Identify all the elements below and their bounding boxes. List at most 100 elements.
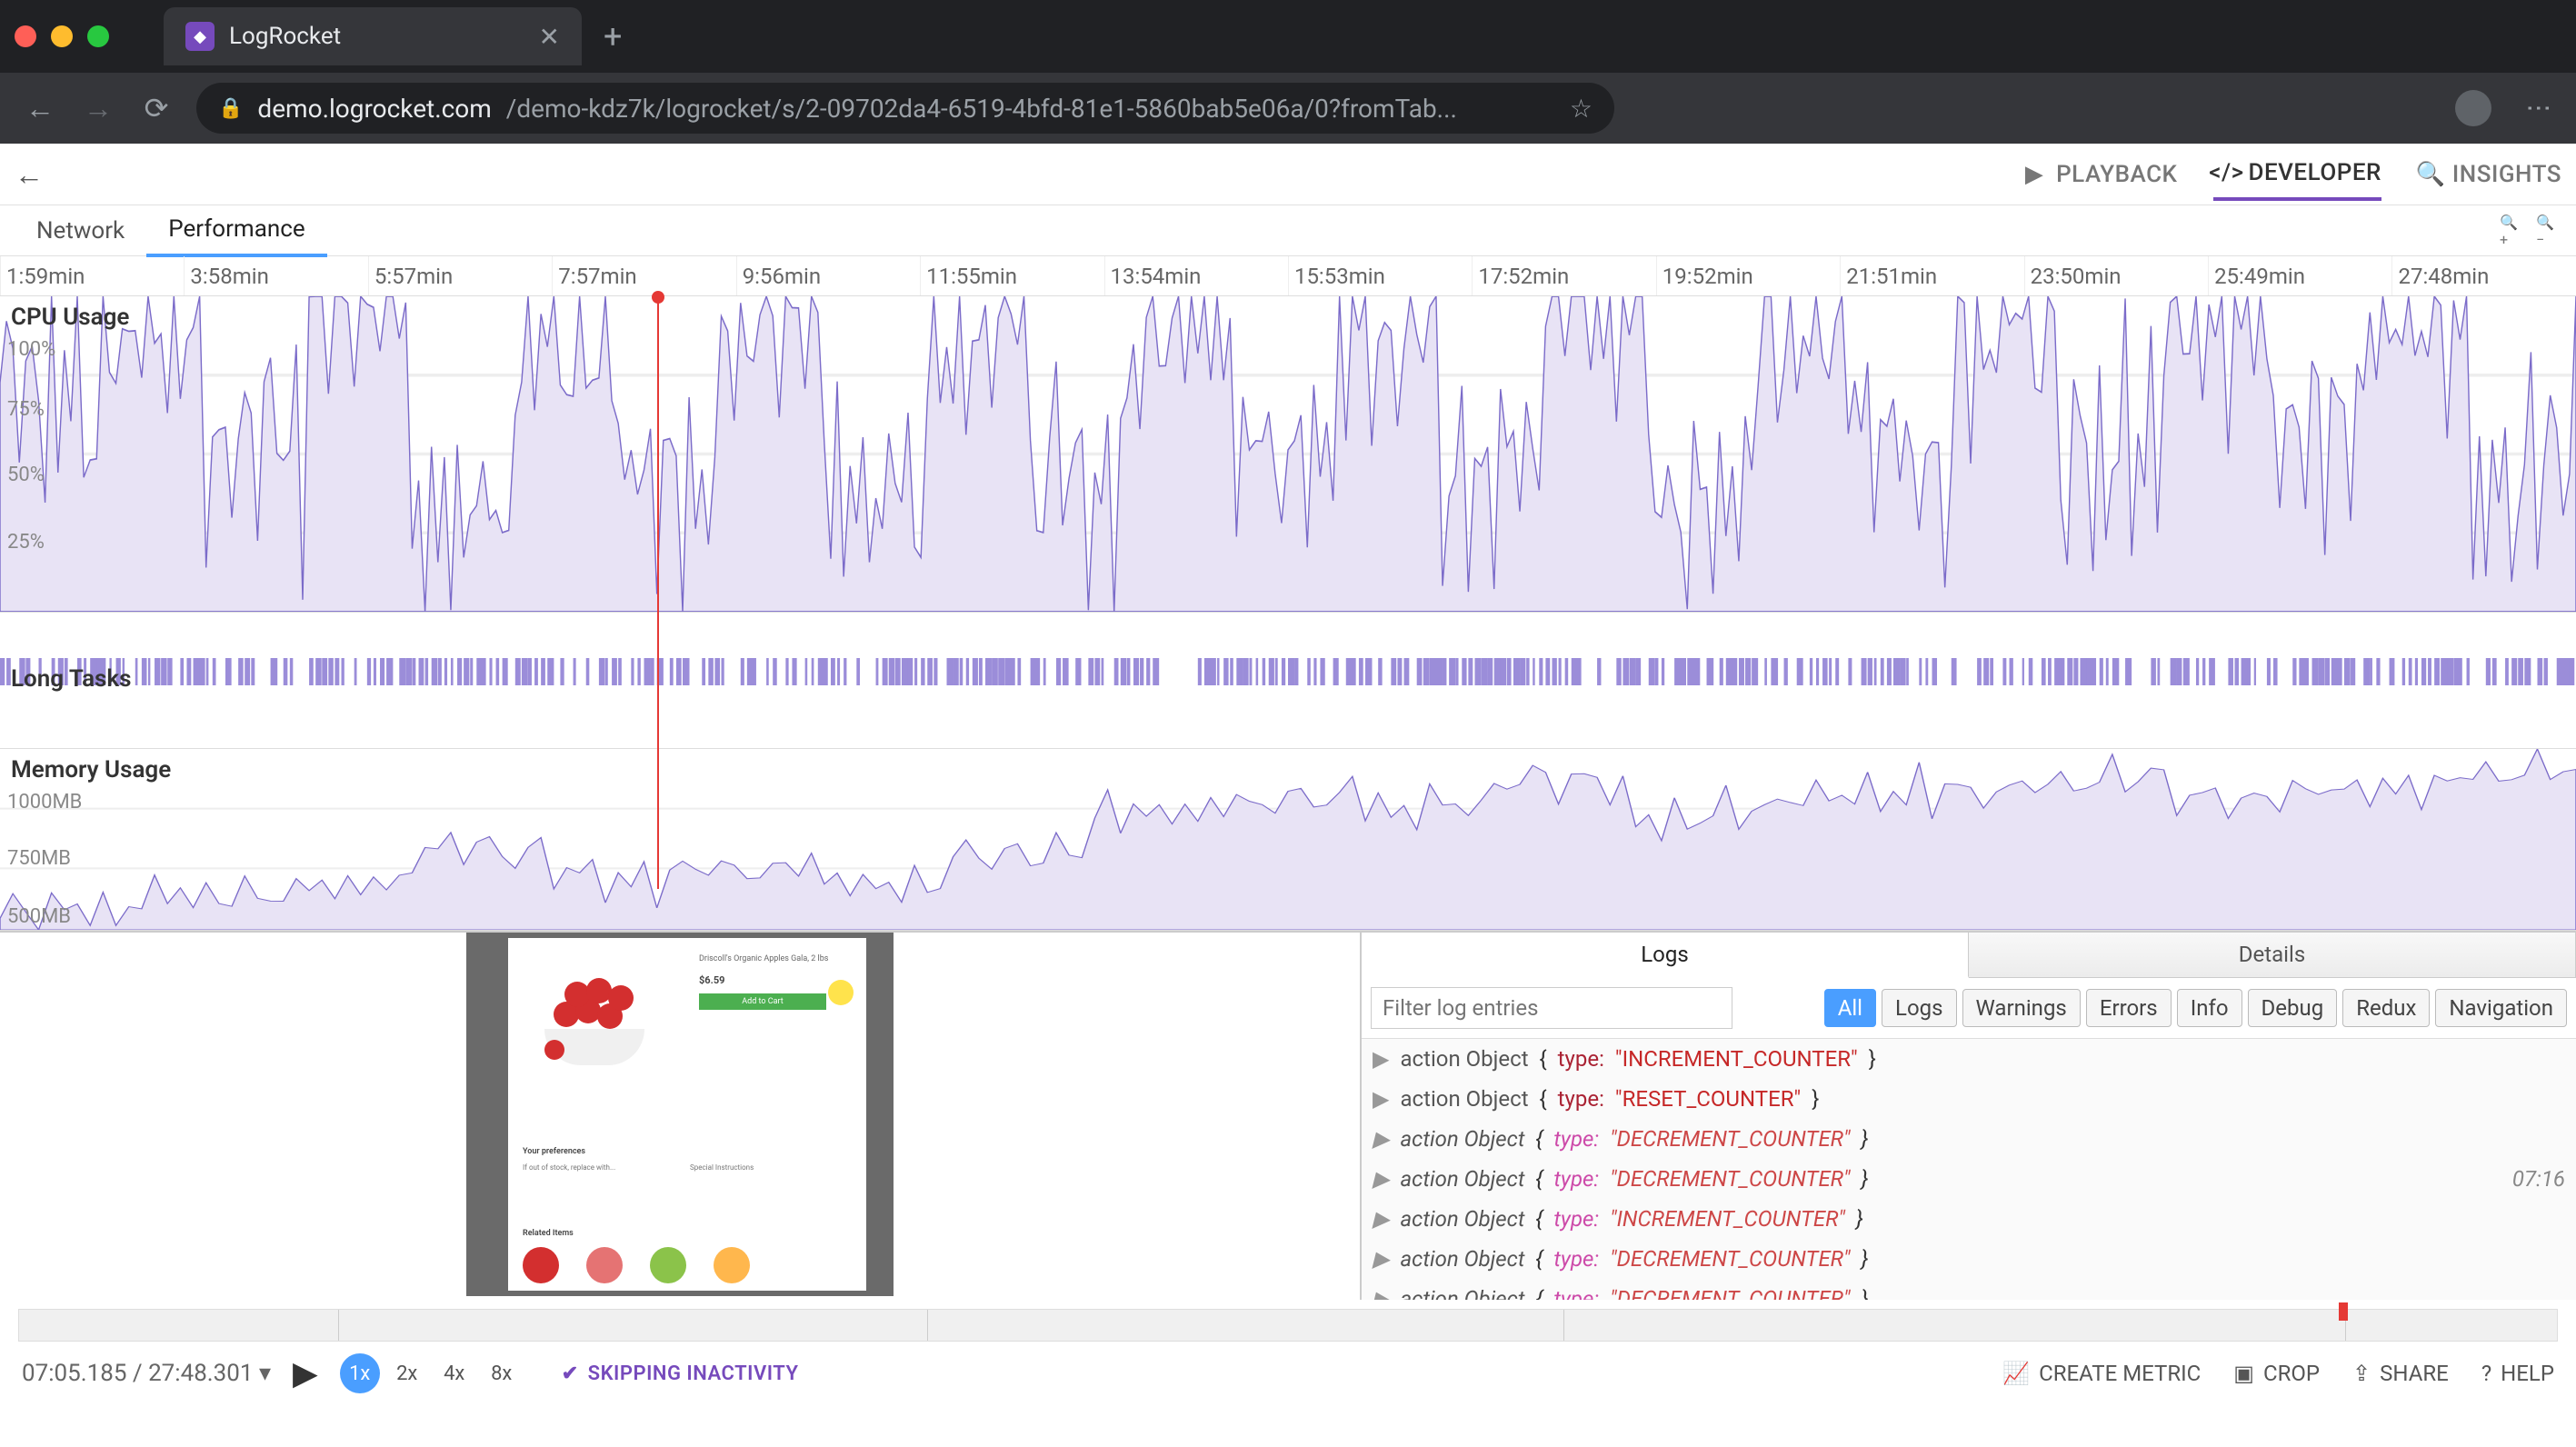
address-bar: ← → ⟳ 🔒 demo.logrocket.com/demo-kdz7k/lo…: [0, 73, 2576, 144]
maximize-window-icon[interactable]: [87, 25, 109, 47]
subtab-network[interactable]: Network: [15, 206, 146, 255]
log-entry[interactable]: ▶ action Object {type: "INCREMENT_COUNTE…: [1362, 1039, 2576, 1079]
preview-oos: If out of stock, replace with...: [523, 1163, 615, 1172]
mem-y-1000: 1000MB: [7, 791, 82, 813]
timeline-tick: 15:53min: [1288, 256, 1472, 295]
log-filter-input[interactable]: [1371, 987, 1732, 1029]
expand-icon[interactable]: ▶: [1373, 1126, 1389, 1152]
filter-errors[interactable]: Errors: [2086, 989, 2172, 1027]
code-icon: </>: [2213, 160, 2239, 185]
time-readout[interactable]: 07:05.185 / 27:48.301 ▾: [22, 1360, 271, 1387]
play-button[interactable]: ▶: [293, 1354, 318, 1392]
log-entry[interactable]: ▶ action Object {type: "RESET_COUNTER"}: [1362, 1079, 2576, 1119]
log-entry[interactable]: ▶ action Object {type: "DECREMENT_COUNTE…: [1362, 1119, 2576, 1159]
create-metric-label: CREATE METRIC: [2039, 1361, 2201, 1386]
timeline-tick: 11:55min: [920, 256, 1103, 295]
tab-insights-label: INSIGHTS: [2452, 161, 2561, 188]
back-button[interactable]: ←: [22, 91, 58, 125]
expand-icon[interactable]: ▶: [1373, 1086, 1389, 1112]
cpu-usage-chart: CPU Usage 100% 75% 50% 25%: [0, 296, 2576, 613]
new-tab-button[interactable]: +: [604, 17, 622, 55]
cursor-indicator-icon: [828, 980, 854, 1005]
crop-button[interactable]: ▣CROP: [2233, 1361, 2320, 1386]
filter-info[interactable]: Info: [2177, 989, 2242, 1027]
mem-chart-title: Memory Usage: [11, 756, 171, 783]
filter-navigation[interactable]: Navigation: [2435, 989, 2567, 1027]
create-metric-button[interactable]: 📈CREATE METRIC: [2002, 1361, 2201, 1386]
app-back-button[interactable]: ←: [15, 157, 44, 192]
logs-tab-logs[interactable]: Logs: [1362, 933, 1969, 978]
cpu-y-100: 100%: [7, 338, 55, 361]
preview-frame: Driscoll's Organic Apples Gala, 2 lbs $6…: [466, 933, 894, 1296]
logs-tabs: Logs Details: [1362, 933, 2576, 978]
timeline-ruler[interactable]: 1:59min3:58min5:57min7:57min9:56min11:55…: [0, 256, 2576, 296]
log-entries[interactable]: ▶ action Object {type: "INCREMENT_COUNTE…: [1362, 1039, 2576, 1300]
cpu-y-75: 75%: [7, 398, 45, 421]
profile-avatar[interactable]: [2455, 90, 2491, 126]
minimize-window-icon[interactable]: [51, 25, 73, 47]
play-icon: ▶: [2022, 162, 2047, 187]
close-tab-icon[interactable]: ✕: [539, 22, 560, 52]
preview-prefs: Your preferences: [523, 1147, 585, 1156]
zoom-out-icon[interactable]: 🔍−: [2536, 218, 2561, 244]
time-readout-text: 07:05.185 / 27:48.301: [22, 1360, 254, 1387]
expand-icon[interactable]: ▶: [1373, 1166, 1389, 1192]
filter-warnings[interactable]: Warnings: [1962, 989, 2081, 1027]
skip-inactivity-toggle[interactable]: ✔SKIPPING INACTIVITY: [562, 1362, 799, 1385]
filter-redux[interactable]: Redux: [2342, 989, 2430, 1027]
preview-product-title: Driscoll's Organic Apples Gala, 2 lbs: [699, 954, 828, 963]
log-entry[interactable]: ▶ action Object {type: "DECREMENT_COUNTE…: [1362, 1159, 2576, 1199]
url-input[interactable]: 🔒 demo.logrocket.com/demo-kdz7k/logrocke…: [196, 83, 1614, 134]
speed-8x[interactable]: 8x: [482, 1353, 522, 1393]
share-button[interactable]: ⇪SHARE: [2352, 1361, 2449, 1386]
tab-playback[interactable]: ▶ PLAYBACK: [2022, 148, 2177, 201]
subtab-performance[interactable]: Performance: [146, 205, 326, 257]
playhead-knob-icon[interactable]: [652, 291, 664, 304]
expand-icon[interactable]: ▶: [1373, 1286, 1389, 1300]
scrub-marker-icon[interactable]: [2339, 1302, 2348, 1321]
expand-icon[interactable]: ▶: [1373, 1246, 1389, 1272]
log-entry[interactable]: ▶ action Object {type: "INCREMENT_COUNTE…: [1362, 1199, 2576, 1239]
logs-tab-details[interactable]: Details: [1969, 933, 2576, 977]
browser-menu-icon[interactable]: ⋮: [2524, 95, 2554, 121]
log-entry[interactable]: ▶ action Object {type: "DECREMENT_COUNTE…: [1362, 1239, 2576, 1279]
bottom-split: Driscoll's Organic Apples Gala, 2 lbs $6…: [0, 931, 2576, 1300]
expand-icon[interactable]: ▶: [1373, 1206, 1389, 1232]
mem-chart-svg: [0, 749, 2576, 930]
scrub-bar[interactable]: [18, 1309, 2558, 1342]
zoom-in-icon[interactable]: 🔍+: [2500, 218, 2525, 244]
crop-icon: ▣: [2233, 1361, 2254, 1386]
speed-2x[interactable]: 2x: [387, 1353, 427, 1393]
speed-1x[interactable]: 1x: [340, 1353, 380, 1393]
timeline-tick: 23:50min: [2024, 256, 2208, 295]
close-window-icon[interactable]: [15, 25, 36, 47]
filter-logs[interactable]: Logs: [1882, 989, 1956, 1027]
browser-tab[interactable]: ◆ LogRocket ✕: [164, 7, 582, 65]
playhead[interactable]: [657, 296, 659, 889]
tab-developer[interactable]: </> DEVELOPER: [2213, 148, 2381, 201]
browser-chrome: ◆ LogRocket ✕ + ← → ⟳ 🔒 demo.logrocket.c…: [0, 0, 2576, 144]
tab-insights[interactable]: 🔍INSIGHTS: [2418, 148, 2561, 201]
tab-title: LogRocket: [229, 23, 524, 50]
speed-4x[interactable]: 4x: [434, 1353, 474, 1393]
filter-debug[interactable]: Debug: [2248, 989, 2338, 1027]
log-entry[interactable]: ▶ action Object {type: "DECREMENT_COUNTE…: [1362, 1279, 2576, 1300]
session-preview[interactable]: Driscoll's Organic Apples Gala, 2 lbs $6…: [0, 933, 1360, 1300]
tab-developer-label: DEVELOPER: [2248, 159, 2381, 186]
speed-controls: 1x2x4x8x: [340, 1353, 522, 1393]
reload-button[interactable]: ⟳: [138, 91, 175, 125]
help-button[interactable]: ?HELP: [2481, 1361, 2554, 1386]
tab-playback-label: PLAYBACK: [2056, 161, 2177, 188]
forward-button[interactable]: →: [80, 91, 116, 125]
share-label: SHARE: [2380, 1361, 2449, 1386]
timeline-tick: 21:51min: [1840, 256, 2023, 295]
mem-y-500: 500MB: [7, 905, 71, 928]
logs-filter-row: All Logs Warnings Errors Info Debug Redu…: [1362, 978, 2576, 1039]
bookmark-icon[interactable]: ☆: [1570, 94, 1593, 124]
filter-all[interactable]: All: [1824, 989, 1876, 1027]
related-thumb: [650, 1247, 686, 1283]
skip-label: SKIPPING INACTIVITY: [588, 1362, 799, 1385]
expand-icon[interactable]: ▶: [1373, 1046, 1389, 1072]
related-thumb: [714, 1247, 750, 1283]
window-controls[interactable]: [15, 25, 109, 47]
